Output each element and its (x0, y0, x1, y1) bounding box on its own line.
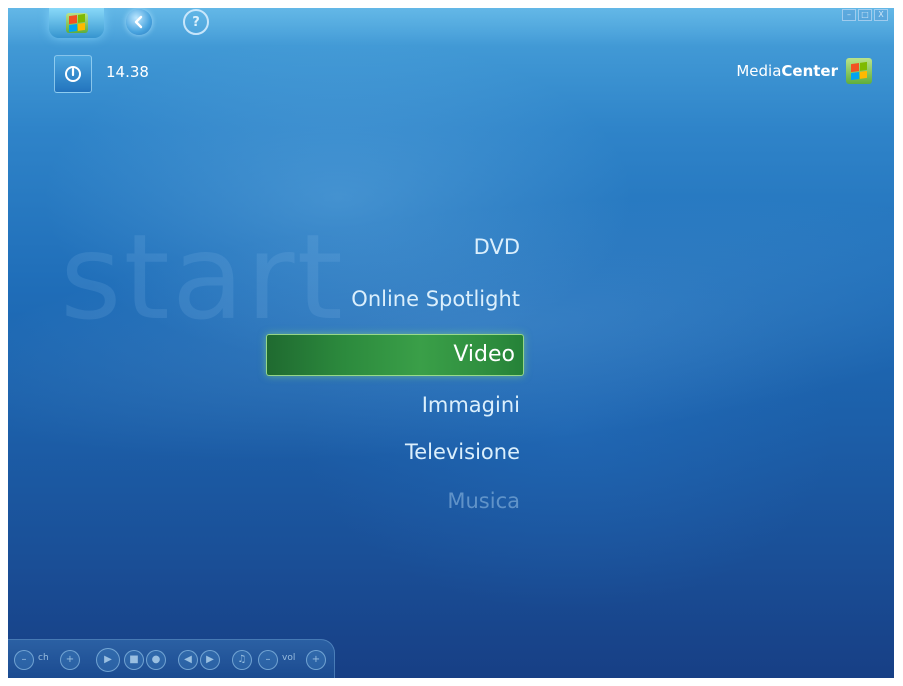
volume-down-button[interactable]: – (258, 650, 278, 670)
menu-item-online-spotlight[interactable]: Online Spotlight (266, 282, 524, 316)
clock-time: 14.38 (106, 63, 149, 81)
maximize-button[interactable]: □ (858, 9, 872, 21)
mute-button[interactable]: ♫ (232, 650, 252, 670)
start-button[interactable] (49, 8, 104, 38)
back-button[interactable] (126, 9, 152, 35)
back-arrow-icon (134, 15, 143, 29)
help-button[interactable]: ? (183, 9, 209, 35)
help-icon: ? (192, 14, 200, 30)
volume-label: vol (282, 653, 296, 663)
window-controls: – □ X (842, 9, 888, 21)
stop-icon: ■ (129, 654, 139, 665)
minimize-button[interactable]: – (842, 9, 856, 21)
record-button[interactable]: ● (146, 650, 166, 670)
forward-button[interactable]: ▶ (200, 650, 220, 670)
media-center-window: ? – □ X 14.38 MediaCenter start DVD Onli… (8, 8, 894, 678)
channel-label: ch (38, 653, 49, 663)
windows-flag-icon (846, 58, 872, 84)
transport-controls: – ch + ▶ ■ ● ◀ ▶ ♫ – vol + (8, 639, 335, 678)
menu-item-video[interactable]: Video (266, 334, 524, 376)
menu-item-immagini[interactable]: Immagini (266, 388, 524, 422)
rewind-icon: ◀ (184, 654, 192, 665)
play-button[interactable]: ▶ (96, 648, 120, 672)
channel-down-button[interactable]: – (14, 650, 34, 670)
close-button[interactable]: X (874, 9, 888, 21)
power-icon (65, 66, 81, 82)
media-center-brand: MediaCenter (736, 58, 872, 84)
brand-text-center: Center (781, 62, 838, 80)
menu-item-musica[interactable]: Musica (266, 484, 524, 518)
play-icon: ▶ (104, 654, 112, 665)
forward-icon: ▶ (206, 654, 214, 665)
channel-up-button[interactable]: + (60, 650, 80, 670)
stop-button[interactable]: ■ (124, 650, 144, 670)
start-background-word: start (60, 208, 345, 346)
record-icon: ● (151, 654, 161, 665)
windows-flag-icon (65, 13, 88, 33)
menu-item-dvd[interactable]: DVD (266, 230, 524, 264)
rewind-button[interactable]: ◀ (178, 650, 198, 670)
volume-up-button[interactable]: + (306, 650, 326, 670)
speaker-icon: ♫ (237, 654, 247, 665)
power-button[interactable] (54, 55, 92, 93)
menu-item-televisione[interactable]: Televisione (266, 435, 524, 469)
brand-text-media: Media (736, 62, 782, 80)
